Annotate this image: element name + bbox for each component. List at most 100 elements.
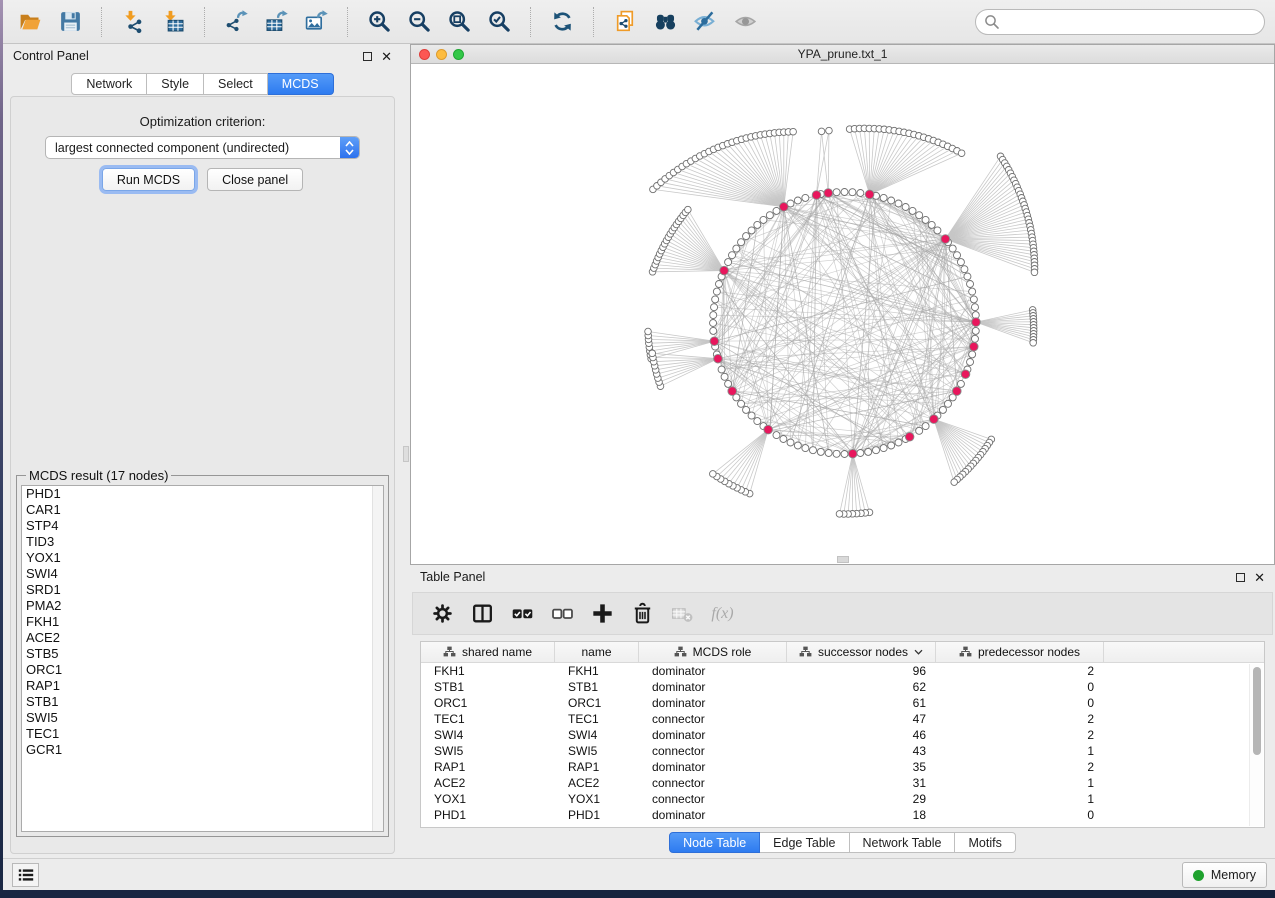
mcds-result-item[interactable]: ORC1 — [22, 662, 383, 678]
mcds-result-item[interactable]: TID3 — [22, 534, 383, 550]
find-nodes-button[interactable] — [648, 5, 682, 39]
mcds-result-item[interactable]: SRD1 — [22, 582, 383, 598]
mcds-hub-node[interactable] — [941, 235, 950, 244]
zoom-fit-button[interactable] — [442, 5, 476, 39]
network-node[interactable] — [888, 442, 895, 449]
memory-button[interactable]: Memory — [1182, 862, 1267, 888]
network-node[interactable] — [725, 380, 732, 387]
network-node[interactable] — [825, 450, 832, 457]
export-table-button[interactable] — [259, 5, 293, 39]
network-node[interactable] — [787, 439, 794, 446]
network-node[interactable] — [754, 221, 761, 228]
mcds-result-item[interactable]: STP4 — [22, 518, 383, 534]
network-node[interactable] — [964, 273, 971, 280]
network-leaf-node[interactable] — [1031, 269, 1038, 276]
table-row[interactable]: PHD1PHD1dominator180 — [421, 807, 1264, 823]
network-node[interactable] — [895, 439, 902, 446]
network-node[interactable] — [969, 288, 976, 295]
table-row[interactable]: ORC1ORC1dominator610 — [421, 695, 1264, 711]
table-tab-network-table[interactable]: Network Table — [850, 832, 956, 853]
network-node[interactable] — [833, 189, 840, 196]
open-session-button[interactable] — [13, 5, 47, 39]
network-node[interactable] — [802, 445, 809, 452]
mcds-result-item[interactable]: ACE2 — [22, 630, 383, 646]
mcds-result-item[interactable]: STB5 — [22, 646, 383, 662]
network-node[interactable] — [729, 252, 736, 259]
mcds-result-list[interactable]: PHD1CAR1STP4TID3YOX1SWI4SRD1PMA2FKH1ACE2… — [21, 485, 384, 832]
network-node[interactable] — [773, 432, 780, 439]
network-node[interactable] — [721, 373, 728, 380]
mcds-result-item[interactable]: PHD1 — [22, 486, 383, 502]
search-input[interactable] — [975, 9, 1265, 35]
show-graphics-details-button[interactable] — [728, 5, 762, 39]
float-window-icon[interactable] — [1236, 573, 1245, 582]
network-node[interactable] — [809, 447, 816, 454]
table-row[interactable]: SWI4SWI4dominator462 — [421, 727, 1264, 743]
network-node[interactable] — [971, 304, 978, 311]
unselect-all-columns-button[interactable] — [550, 601, 575, 626]
mcds-hub-node[interactable] — [764, 425, 773, 434]
network-graph[interactable] — [411, 64, 1274, 564]
scrollbar-thumb[interactable] — [1253, 667, 1261, 755]
mcds-hub-node[interactable] — [848, 449, 857, 458]
network-node[interactable] — [967, 359, 974, 366]
network-leaf-node[interactable] — [645, 328, 652, 335]
network-node[interactable] — [895, 200, 902, 207]
mcds-result-item[interactable]: CAR1 — [22, 502, 383, 518]
network-node[interactable] — [780, 436, 787, 443]
mcds-result-item[interactable]: GCR1 — [22, 742, 383, 758]
network-node[interactable] — [957, 259, 964, 266]
delete-table-button[interactable] — [670, 601, 695, 626]
table-row[interactable]: TEC1TEC1connector472 — [421, 711, 1264, 727]
table-options-button[interactable] — [430, 601, 455, 626]
network-node[interactable] — [970, 296, 977, 303]
export-image-button[interactable] — [299, 5, 333, 39]
mcds-result-item[interactable]: YOX1 — [22, 550, 383, 566]
network-leaf-node[interactable] — [951, 479, 958, 486]
network-node[interactable] — [713, 288, 720, 295]
network-node[interactable] — [957, 380, 964, 387]
mcds-result-item[interactable]: FKH1 — [22, 614, 383, 630]
network-node[interactable] — [743, 233, 750, 240]
column-header-shared-name[interactable]: shared name — [421, 642, 555, 662]
network-leaf-node[interactable] — [790, 128, 797, 135]
network-canvas[interactable] — [411, 64, 1274, 564]
control-tab-select[interactable]: Select — [204, 73, 268, 95]
network-leaf-node[interactable] — [710, 471, 717, 478]
network-node[interactable] — [710, 312, 717, 319]
run-mcds-button[interactable]: Run MCDS — [102, 168, 195, 191]
table-row[interactable]: FKH1FKH1dominator962 — [421, 663, 1264, 679]
network-leaf-node[interactable] — [685, 206, 692, 213]
mcds-hub-node[interactable] — [952, 387, 961, 396]
zoom-selected-button[interactable] — [482, 5, 516, 39]
network-node[interactable] — [944, 400, 951, 407]
network-node[interactable] — [833, 450, 840, 457]
mcds-hub-node[interactable] — [812, 191, 821, 200]
close-panel-icon[interactable]: ✕ — [381, 52, 392, 61]
table-tab-motifs[interactable]: Motifs — [955, 832, 1015, 853]
refresh-network-button[interactable] — [545, 5, 579, 39]
mcds-result-item[interactable]: TEC1 — [22, 726, 383, 742]
network-node[interactable] — [909, 207, 916, 214]
network-node[interactable] — [922, 216, 929, 223]
splitter-grip[interactable] — [403, 446, 409, 462]
network-node[interactable] — [766, 212, 773, 219]
mcds-result-item[interactable]: SWI5 — [22, 710, 383, 726]
save-session-button[interactable] — [53, 5, 87, 39]
network-node[interactable] — [748, 227, 755, 234]
column-header-successor-nodes[interactable]: successor nodes — [787, 642, 936, 662]
table-row[interactable]: STB1STB1dominator620 — [421, 679, 1264, 695]
network-node[interactable] — [718, 366, 725, 373]
network-node[interactable] — [841, 189, 848, 196]
mcds-result-item[interactable]: STB1 — [22, 694, 383, 710]
network-node[interactable] — [725, 259, 732, 266]
network-node[interactable] — [754, 418, 761, 425]
network-node[interactable] — [972, 327, 979, 334]
network-node[interactable] — [880, 445, 887, 452]
network-node[interactable] — [738, 239, 745, 246]
table-row[interactable]: YOX1YOX1connector291 — [421, 791, 1264, 807]
network-leaf-node[interactable] — [649, 350, 656, 357]
network-node[interactable] — [802, 194, 809, 201]
network-node[interactable] — [817, 448, 824, 455]
vertical-splitter[interactable] — [402, 44, 410, 858]
